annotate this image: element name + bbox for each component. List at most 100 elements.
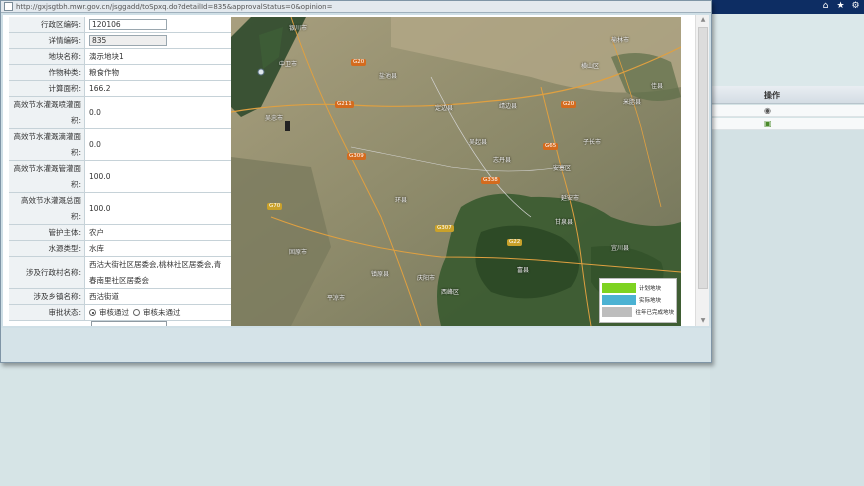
detail-code-field[interactable]: 835 bbox=[89, 35, 167, 46]
form-row-total-area: 高效节水灌溉总面积: 100.0 bbox=[9, 193, 231, 225]
background-page-area bbox=[710, 130, 864, 486]
town-value: 西沽街道 bbox=[89, 291, 119, 301]
approval-fail-radio[interactable] bbox=[133, 309, 140, 316]
place-label: 米脂县 bbox=[623, 99, 642, 106]
villages-value: 西沽大街社区居委会,桃林社区居委会,青春南里社区居委会 bbox=[89, 259, 222, 285]
road-shield: G307 bbox=[435, 225, 454, 232]
plot-name-value: 演示地块1 bbox=[89, 51, 124, 61]
place-label: 安塞区 bbox=[553, 165, 572, 172]
region-code-label: 行政区编码: bbox=[9, 17, 85, 32]
scroll-up-icon[interactable]: ▲ bbox=[696, 15, 709, 25]
background-banner bbox=[710, 14, 864, 86]
road-shield: G22 bbox=[507, 239, 523, 246]
place-label: 吴忠市 bbox=[265, 115, 284, 122]
legend-item-actual: 实际地块 bbox=[602, 294, 674, 306]
background-table-header: 操作 bbox=[710, 86, 864, 104]
legend-swatch bbox=[602, 307, 633, 317]
manager-value: 农户 bbox=[89, 227, 104, 237]
total-area-value: 100.0 bbox=[89, 203, 111, 213]
place-label: 固原市 bbox=[289, 249, 308, 256]
background-toolbar: ⌂ ★ ⚙ bbox=[821, 1, 860, 11]
crop-type-value: 粮食作物 bbox=[89, 67, 119, 77]
road-shield: G65 bbox=[543, 143, 559, 150]
calc-area-label: 计算面积: bbox=[9, 81, 85, 96]
place-label: 银川市 bbox=[289, 25, 308, 32]
home-icon[interactable]: ⌂ bbox=[821, 1, 830, 11]
region-code-field[interactable]: 120106 bbox=[89, 19, 167, 30]
place-label: 镇原县 bbox=[371, 271, 390, 278]
approval-fail-option[interactable]: 审核未通过 bbox=[133, 305, 181, 321]
road-shield: G20 bbox=[561, 101, 577, 108]
form-row-manager: 管护主体: 农户 bbox=[9, 225, 231, 241]
approval-fail-label: 审核未通过 bbox=[143, 307, 181, 317]
road-shield: G70 bbox=[267, 203, 283, 210]
town-label: 涉及乡镇名称: bbox=[9, 289, 85, 304]
drip-area-label: 高效节水灌溉滴灌面积: bbox=[9, 129, 85, 160]
place-label: 佳县 bbox=[651, 83, 664, 90]
place-label: 横山区 bbox=[581, 63, 600, 70]
scroll-down-icon[interactable]: ▼ bbox=[696, 316, 709, 326]
calc-area-value: 166.2 bbox=[89, 83, 111, 93]
approval-opinion-field[interactable] bbox=[91, 321, 167, 326]
crop-type-label: 作物种类: bbox=[9, 65, 85, 80]
place-label: 吴起县 bbox=[469, 139, 488, 146]
spray-area-value: 0.0 bbox=[89, 107, 101, 117]
road-shield: G338 bbox=[481, 177, 500, 184]
road-shield: G20 bbox=[351, 59, 367, 66]
water-source-value: 水库 bbox=[89, 243, 104, 253]
address-bar: http://gxjsgtbh.mwr.gov.cn/jsggadd/toSpx… bbox=[1, 1, 711, 13]
spray-area-label: 高效节水灌溉喷灌面积: bbox=[9, 97, 85, 128]
background-table-row[interactable]: ▣ bbox=[710, 118, 864, 130]
place-label: 靖边县 bbox=[499, 103, 518, 110]
view-icon[interactable]: ◉ bbox=[764, 107, 772, 115]
total-area-label: 高效节水灌溉总面积: bbox=[9, 193, 85, 224]
villages-label: 涉及行政村名称: bbox=[9, 257, 85, 288]
approval-radio-group: 审核通过 审核未通过 bbox=[85, 305, 231, 320]
detail-popup-window: http://gxjsgtbh.mwr.gov.cn/jsggadd/toSpx… bbox=[0, 0, 712, 363]
form-row-approval: 审批状态: 审核通过 审核未通过 bbox=[9, 305, 231, 321]
drip-area-value: 0.0 bbox=[89, 139, 101, 149]
place-label: 榆林市 bbox=[611, 37, 630, 44]
background-top-bar: ⌂ ★ ⚙ bbox=[710, 0, 864, 14]
place-label: 子长市 bbox=[583, 139, 602, 146]
page-icon bbox=[4, 2, 13, 11]
water-source-label: 水源类型: bbox=[9, 241, 85, 256]
pipe-area-label: 高效节水灌溉管灌面积: bbox=[9, 161, 85, 192]
satellite-map[interactable]: 榆林市 银川市 中卫市 延安市 庆阳市 平凉市 固原市 吴忠市 靖边县 定边县 … bbox=[231, 17, 681, 326]
approval-pass-radio[interactable] bbox=[89, 309, 96, 316]
place-label: 平凉市 bbox=[327, 295, 346, 302]
form-row-calc-area: 计算面积: 166.2 bbox=[9, 81, 231, 97]
background-table-row[interactable]: ◉ bbox=[710, 105, 864, 117]
legend-label: 实际地块 bbox=[639, 298, 662, 304]
place-label: 环县 bbox=[395, 197, 408, 204]
place-label: 宜川县 bbox=[611, 245, 630, 252]
detail-form: 行政区编码: 120106 详情编码: 835 地块名称: 演示地块1 作物种类… bbox=[9, 17, 231, 326]
popup-footer bbox=[1, 328, 711, 362]
place-label: 盐池县 bbox=[379, 73, 398, 80]
place-label: 中卫市 bbox=[279, 61, 298, 68]
map-legend: 计划地块 实际地块 往年已完成地块 bbox=[599, 278, 677, 323]
place-label: 富县 bbox=[517, 267, 530, 274]
place-label: 延安市 bbox=[561, 195, 580, 202]
form-row-town: 涉及乡镇名称: 西沽街道 bbox=[9, 289, 231, 305]
form-row-water-source: 水源类型: 水库 bbox=[9, 241, 231, 257]
legend-swatch bbox=[602, 295, 636, 305]
form-row-detail-code: 详情编码: 835 bbox=[9, 33, 231, 49]
pipe-area-value: 100.0 bbox=[89, 171, 111, 181]
vertical-scrollbar[interactable]: ▲ ▼ bbox=[695, 15, 709, 326]
place-label: 志丹县 bbox=[493, 157, 512, 164]
place-label: 甘泉县 bbox=[555, 219, 574, 226]
scroll-thumb[interactable] bbox=[698, 27, 708, 289]
operation-column-header: 操作 bbox=[764, 91, 780, 100]
approval-pass-option[interactable]: 审核通过 bbox=[89, 305, 129, 321]
legend-swatch bbox=[602, 283, 636, 293]
form-row-plot-name: 地块名称: 演示地块1 bbox=[9, 49, 231, 65]
place-label: 西峰区 bbox=[441, 289, 460, 296]
gear-icon[interactable]: ⚙ bbox=[851, 1, 860, 11]
edit-icon[interactable]: ▣ bbox=[764, 120, 772, 128]
legend-item-planned: 计划地块 bbox=[602, 282, 674, 294]
legend-label: 往年已完成地块 bbox=[635, 310, 674, 316]
star-icon[interactable]: ★ bbox=[836, 1, 845, 11]
place-label: 庆阳市 bbox=[417, 275, 436, 282]
address-url[interactable]: http://gxjsgtbh.mwr.gov.cn/jsggadd/toSpx… bbox=[16, 3, 332, 11]
